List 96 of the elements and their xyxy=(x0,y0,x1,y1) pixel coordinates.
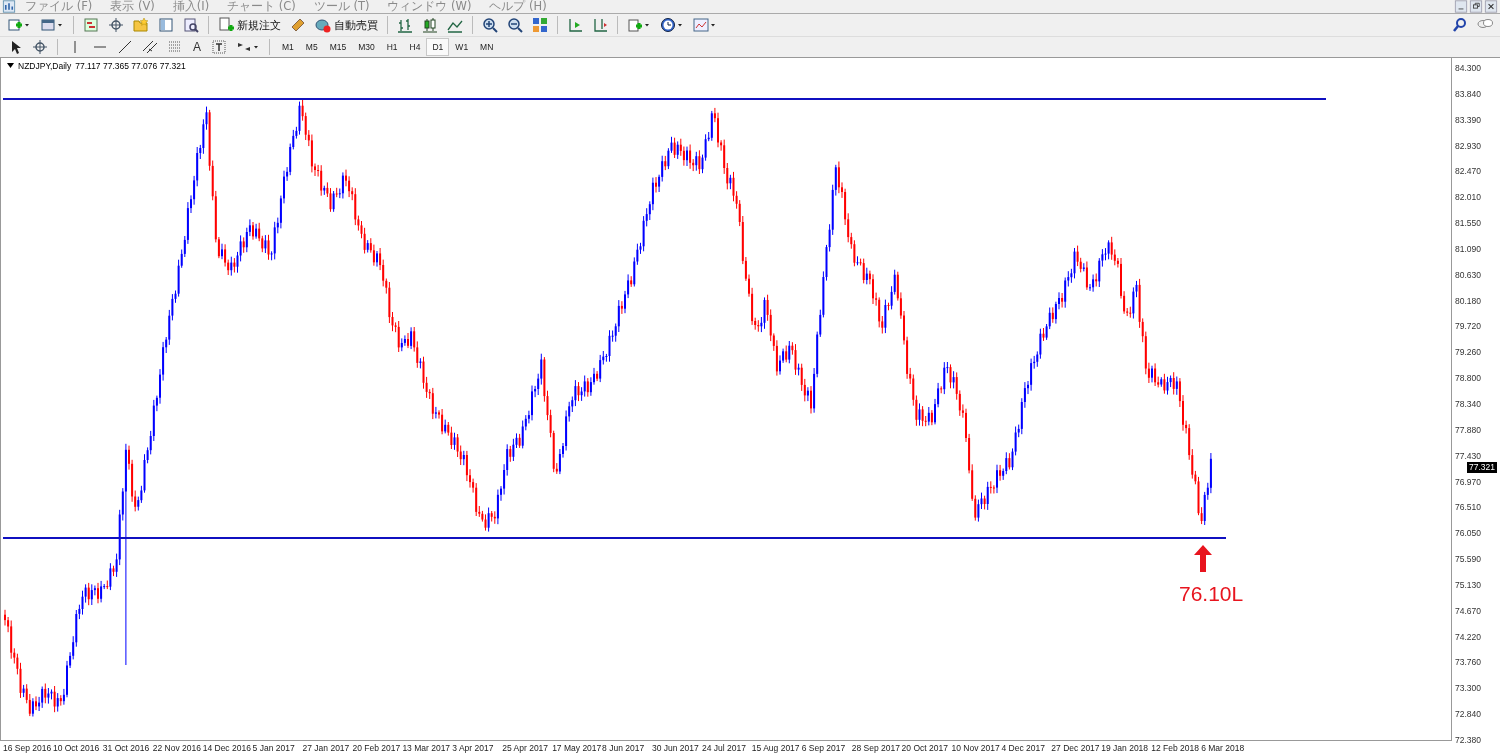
template-icon[interactable] xyxy=(693,17,709,33)
price-label: 75.130 xyxy=(1454,579,1482,590)
timeframe-button[interactable]: D1 xyxy=(426,38,450,56)
date-label: 6 Sep 2017 xyxy=(801,742,847,755)
tile-windows-icon[interactable] xyxy=(532,17,548,33)
date-label: 8 Jun 2017 xyxy=(602,742,646,755)
channel-icon[interactable] xyxy=(142,39,158,55)
date-label: 27 Jan 2017 xyxy=(302,742,351,755)
chart-symbol: NZDJPY,Daily xyxy=(18,61,72,71)
ohlc-values: 77.117 77.365 77.076 77.321 xyxy=(75,61,186,71)
price-label: 80.630 xyxy=(1454,269,1482,280)
date-label: 13 Mar 2017 xyxy=(402,742,452,755)
price-annotation: 76.10L xyxy=(1179,582,1244,606)
profiles-icon[interactable] xyxy=(40,17,56,33)
price-label: 83.840 xyxy=(1454,88,1482,99)
new-chart-icon[interactable] xyxy=(7,17,23,33)
date-label: 20 Feb 2017 xyxy=(352,742,402,755)
price-label: 82.930 xyxy=(1454,140,1482,151)
folder-star-icon[interactable] xyxy=(133,17,149,33)
price-label: 76.050 xyxy=(1454,528,1482,539)
text-tool[interactable]: A xyxy=(189,40,205,54)
price-label: 79.720 xyxy=(1454,321,1482,332)
restore-icon[interactable] xyxy=(1469,0,1483,13)
timeframe-button[interactable]: H4 xyxy=(403,38,427,56)
close-icon[interactable] xyxy=(1484,0,1498,13)
navigator-icon[interactable] xyxy=(158,17,174,33)
price-label: 77.880 xyxy=(1454,424,1482,435)
price-label: 82.010 xyxy=(1454,192,1482,203)
autoscroll-icon[interactable] xyxy=(567,17,583,33)
current-price-tag: 77.321 xyxy=(1467,462,1497,473)
price-label: 73.760 xyxy=(1454,657,1482,668)
market-watch-icon[interactable] xyxy=(83,17,99,33)
date-label: 14 Dec 2016 xyxy=(202,742,252,755)
price-label: 73.300 xyxy=(1454,683,1482,694)
crosshair-icon[interactable] xyxy=(32,39,48,55)
date-label: 3 Apr 2017 xyxy=(452,742,495,755)
tester-icon[interactable] xyxy=(183,17,199,33)
document-plus-icon[interactable] xyxy=(218,17,234,33)
date-label: 12 Feb 2018 xyxy=(1151,742,1200,755)
timeframe-button[interactable]: W1 xyxy=(449,38,475,56)
date-label: 31 Oct 2016 xyxy=(102,742,151,755)
date-label: 20 Oct 2017 xyxy=(901,742,949,755)
price-label: 84.300 xyxy=(1454,63,1482,73)
autotrade-button[interactable]: 自動売買 xyxy=(312,15,381,35)
timeframe-button[interactable]: M5 xyxy=(299,38,324,56)
price-label: 74.220 xyxy=(1454,631,1482,642)
price-label: 75.590 xyxy=(1454,554,1482,565)
date-label: 27 Dec 2017 xyxy=(1051,742,1101,755)
trendline-icon[interactable] xyxy=(117,39,133,55)
search-icon[interactable] xyxy=(1452,17,1468,33)
price-label: 72.380 xyxy=(1454,734,1482,745)
crosshair-icon[interactable] xyxy=(108,17,124,33)
caret-icon[interactable] xyxy=(7,63,14,69)
price-label: 76.970 xyxy=(1454,476,1482,487)
app-icon[interactable] xyxy=(2,0,16,13)
price-label: 81.550 xyxy=(1454,218,1482,229)
date-label: 15 Aug 2017 xyxy=(751,742,801,755)
date-label: 19 Jan 2018 xyxy=(1101,742,1150,755)
price-label: 78.340 xyxy=(1454,398,1482,409)
timeframe-button[interactable]: M1 xyxy=(276,38,300,56)
candlestick-icon[interactable] xyxy=(422,17,438,33)
text-label-icon[interactable] xyxy=(211,39,227,55)
price-label: 82.470 xyxy=(1454,166,1482,177)
price-label: 81.090 xyxy=(1454,243,1482,254)
zoom-out-icon[interactable] xyxy=(507,17,523,33)
price-label: 74.670 xyxy=(1454,605,1482,616)
timeframe-button[interactable]: MN xyxy=(474,38,500,56)
date-label: 5 Jan 2017 xyxy=(252,742,296,755)
price-label: 79.260 xyxy=(1454,347,1482,358)
price-label: 76.510 xyxy=(1454,502,1482,513)
date-label: 4 Dec 2017 xyxy=(1001,742,1046,755)
price-label: 72.840 xyxy=(1454,709,1482,720)
price-label: 80.180 xyxy=(1454,295,1482,306)
clock-icon[interactable] xyxy=(660,17,676,33)
date-label: 28 Sep 2017 xyxy=(851,742,901,755)
date-label: 6 Mar 2018 xyxy=(1201,742,1246,755)
date-label: 10 Nov 2017 xyxy=(951,742,1001,755)
price-label: 83.390 xyxy=(1454,114,1482,125)
indicators-icon[interactable] xyxy=(627,17,643,33)
chart-shift-icon[interactable] xyxy=(592,17,608,33)
date-label: 25 Apr 2017 xyxy=(502,742,550,755)
up-arrow-icon xyxy=(1194,545,1212,572)
timeframe-button[interactable]: M15 xyxy=(323,38,353,56)
date-label: 30 Jun 2017 xyxy=(652,742,700,755)
timeframe-button[interactable]: M30 xyxy=(352,38,381,56)
new-order-button[interactable]: 新規注文 xyxy=(215,15,284,35)
bar-chart-icon[interactable] xyxy=(397,17,413,33)
price-label: 78.800 xyxy=(1454,373,1482,384)
date-label: 17 May 2017 xyxy=(552,742,602,755)
date-label: 22 Nov 2016 xyxy=(152,742,202,755)
date-label: 10 Oct 2016 xyxy=(52,742,101,755)
date-label: 16 Sep 2016 xyxy=(3,742,53,755)
timeframe-button[interactable]: H1 xyxy=(380,38,404,56)
date-label: 24 Jul 2017 xyxy=(701,742,747,755)
price-label: 77.430 xyxy=(1454,450,1482,461)
zoom-in-icon[interactable] xyxy=(482,17,498,33)
